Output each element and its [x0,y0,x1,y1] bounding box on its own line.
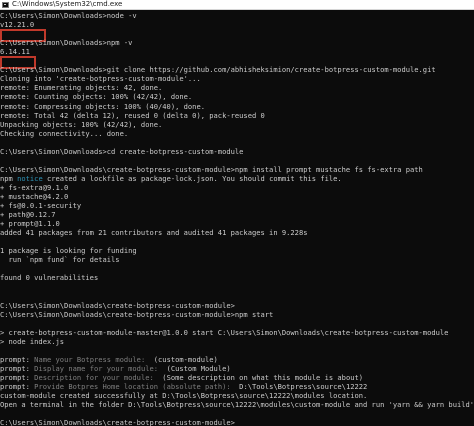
console-line: added 41 packages from 21 contributors a… [0,228,308,238]
console-line: + prompt@1.1.0 [0,219,60,229]
console-segment: (custom-module) [149,354,218,364]
console-line: prompt: Description for your module: (So… [0,373,363,382]
console-line: prompt: Display name for your module: (C… [0,364,231,373]
console-line: > node index.js [0,336,65,346]
console-line: C:\Users\Simon\Downloads>npm -v [0,38,133,48]
console-line: v12.21.0 [0,20,35,30]
console-line: C:\Users\Simon\Downloads>node -v [0,11,137,20]
console-segment: Description for your module: [34,373,159,382]
console-line: remote: Compressing objects: 100% (40/40… [0,101,205,111]
window-title: C:\Windows\System32\cmd.exe [12,0,123,8]
console-segment: notice [17,173,43,183]
console-segment: Name your Botpress module: [34,354,150,364]
console-line: C:\Users\Simon\Downloads\create-botpress… [0,164,423,174]
console-line: C:\Users\Simon\Downloads\create-botpress… [0,418,235,426]
console-segment: D:\Tools\Botpress\source\12222 [234,382,368,392]
console-segment: (Custom Module) [162,363,231,373]
console-line: remote: Total 42 (delta 12), reused 0 (d… [0,110,265,120]
cmd-window: C:\Windows\System32\cmd.exe C:\Users\Sim… [0,0,474,426]
console-segment: prompt: [0,354,35,364]
console-line: prompt: Provide Botpres Home location (a… [0,382,367,391]
console-line: C:\Users\Simon\Downloads\create-botpress… [0,309,274,319]
console-line: + mustache@4.2.0 [0,192,69,201]
cmd-icon [2,1,9,8]
console-line: 1 package is looking for funding [0,246,137,256]
console-line: Unpacking objects: 100% (42/42), done. [0,119,163,129]
console-line: C:\Users\Simon\Downloads>cd create-botpr… [0,146,244,156]
console-line: prompt: Name your Botpress module: (cust… [0,355,218,364]
console-segment: Provide Botpres Home location (absolute … [34,382,235,392]
console-segment: created a lockfile as package-lock.json.… [42,173,342,183]
console-line: Cloning into 'create-botpress-custom-mod… [0,74,201,84]
title-bar[interactable]: C:\Windows\System32\cmd.exe [0,0,474,10]
console-segment: Display name for your module: [34,363,163,373]
console-line: + fs-extra@9.1.0 [0,182,69,192]
console-line: + path@0.12.7 [0,210,56,220]
console-line: Checking connectivity... done. [0,128,129,138]
console-output[interactable]: C:\Users\Simon\Downloads>node -v v12.21.0… [0,11,474,426]
console-line: + fs@0.0.1-security [0,201,82,211]
console-segment: npm [0,173,18,183]
console-segment: (Some description on what this module is… [158,373,364,382]
console-segment: prompt: [0,363,35,373]
console-line: Open a terminal in the folder D:\Tools\B… [0,400,474,410]
console-line: custom-module created successfully at D:… [0,391,368,401]
console-line: run `npm fund` for details [0,255,120,265]
console-line: remote: Counting objects: 100% (42/42), … [0,92,193,102]
console-line: > create-botpress-custom-module-master@1… [0,327,449,337]
console-segment: prompt: [0,382,35,392]
console-line: C:\Users\Simon\Downloads\create-botpress… [0,300,235,310]
console-segment: prompt: [0,373,35,382]
console-line: npm notice created a lockfile as package… [0,174,342,183]
console-line: 6.14.11 [0,47,30,57]
console-line: remote: Enumerating objects: 42, done. [0,83,163,93]
console-line: found 0 vulnerabilities [0,273,99,283]
console-line: C:\Users\Simon\Downloads>git clone https… [0,65,436,75]
